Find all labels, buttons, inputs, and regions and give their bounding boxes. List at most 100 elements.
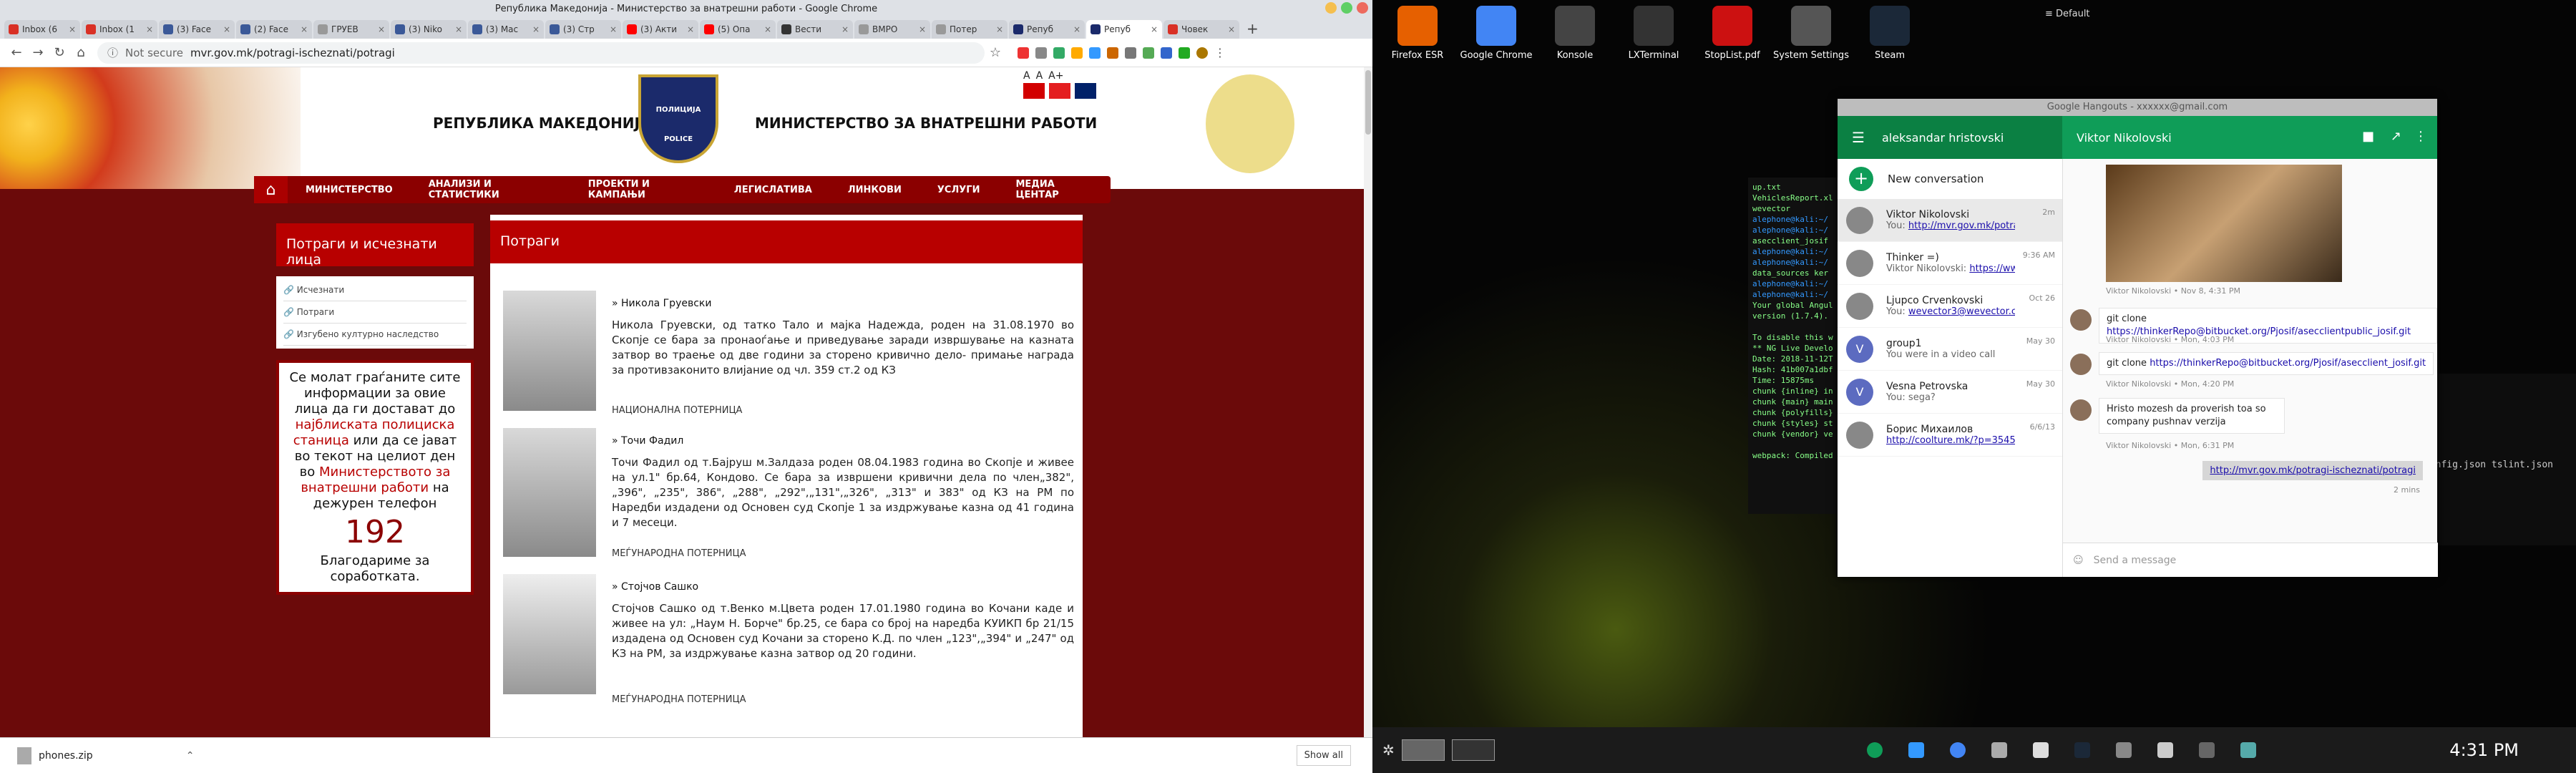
tab-close-icon[interactable]: × <box>146 24 153 34</box>
shared-photo[interactable] <box>2106 165 2342 282</box>
tab-close-icon[interactable]: × <box>1228 24 1235 34</box>
browser-tab[interactable]: Репуб × <box>1086 20 1162 39</box>
show-all-button[interactable]: Show all <box>1296 745 1351 766</box>
tab-close-icon[interactable]: × <box>1073 24 1080 34</box>
minimize-button[interactable] <box>1325 2 1337 14</box>
tab-close-icon[interactable]: × <box>455 24 462 34</box>
browser-tab[interactable]: (3) Акти × <box>623 20 698 39</box>
tab-close-icon[interactable]: × <box>301 24 308 34</box>
browser-tab[interactable]: Потер × <box>932 20 1008 39</box>
sidebar-link-wanted[interactable]: 🔗 Потраги <box>283 301 467 324</box>
browser-tab[interactable]: Inbox (1 × <box>82 20 157 39</box>
albanian-flag-icon[interactable] <box>1049 83 1070 99</box>
my-message-link[interactable]: http://mvr.gov.mk/potragi-ischeznati/pot… <box>2202 461 2423 480</box>
new-conversation-button[interactable]: + New conversation <box>1838 159 2062 199</box>
snippet-link[interactable]: wevector3@wevector.com <box>1908 306 2015 317</box>
tab-close-icon[interactable]: × <box>996 24 1003 34</box>
browser-tab[interactable]: Човек × <box>1163 20 1239 39</box>
emoji-icon[interactable]: ☺ <box>2073 555 2084 566</box>
tab-close-icon[interactable]: × <box>610 24 617 34</box>
terminal-window-2[interactable]: config.json tslint.json <box>2417 374 2576 545</box>
extension-icon[interactable] <box>1107 47 1118 59</box>
menu-item-services[interactable]: УСЛУГИ <box>919 185 998 195</box>
snippet-link[interactable]: http://coolture.mk/?p=35453 <box>1886 435 2015 446</box>
conversation-item[interactable]: Борис Михаилов http://coolture.mk/?p=3545… <box>1838 414 2062 457</box>
snippet-link[interactable]: https://www.mc <box>1969 263 2015 274</box>
person-name[interactable]: » Стојчов Сашко <box>612 581 698 593</box>
browser-tab[interactable]: Вести × <box>777 20 853 39</box>
sidebar-link-missing[interactable]: 🔗 Исчезнати <box>283 279 467 301</box>
extension-icon[interactable] <box>1179 47 1190 59</box>
clock[interactable]: 4:31 PM <box>2449 740 2519 760</box>
macedonian-flag-icon[interactable] <box>1023 83 1045 99</box>
conversation-item[interactable]: Ljupco Crvenkovski You: wevector3@wevecto… <box>1838 285 2062 328</box>
tab-close-icon[interactable]: × <box>919 24 926 34</box>
browser-tab[interactable]: (3) Mac × <box>468 20 544 39</box>
close-button[interactable] <box>1357 2 1368 14</box>
chevron-up-icon[interactable]: ⌃ <box>186 750 195 762</box>
desktop-icon[interactable]: LXTerminal <box>1614 6 1693 61</box>
english-flag-icon[interactable] <box>1075 83 1096 99</box>
chrome-task-icon[interactable] <box>1949 742 1966 758</box>
volume-icon[interactable] <box>1991 742 2007 758</box>
tab-close-icon[interactable]: × <box>687 24 694 34</box>
browser-tab[interactable]: (3) Стр × <box>545 20 621 39</box>
browser-tab[interactable]: (2) Face × <box>236 20 312 39</box>
new-tab-button[interactable]: + <box>1241 20 1264 39</box>
extension-icon[interactable] <box>1161 47 1172 59</box>
menu-item-projects[interactable]: ПРОЕКТИ И КАМПАЊИ <box>570 179 716 200</box>
person-name[interactable]: » Точи Фадил <box>612 435 683 447</box>
font-size-large[interactable]: A+ <box>1048 70 1063 82</box>
popout-icon[interactable]: ↗ <box>2391 129 2401 144</box>
page-scrollbar[interactable] <box>1364 67 1372 737</box>
extension-icon[interactable] <box>1018 47 1029 59</box>
tab-close-icon[interactable]: × <box>378 24 385 34</box>
browser-tab[interactable]: ВМРО × <box>854 20 930 39</box>
pager-desktop-2[interactable] <box>1451 739 1495 761</box>
steam-tray-icon[interactable] <box>2074 742 2090 758</box>
tab-close-icon[interactable]: × <box>841 24 849 34</box>
font-size-small[interactable]: A <box>1023 70 1030 82</box>
bookmark-star-icon[interactable]: ☆ <box>985 45 1006 60</box>
conversation-item[interactable]: V Vesna Petrovska You: sega? May 30 <box>1838 371 2062 414</box>
font-size-normal[interactable]: A <box>1036 70 1043 82</box>
desktop-icon[interactable]: Firefox ESR <box>1378 6 1457 61</box>
sidebar-link-heritage[interactable]: 🔗 Изгубено културно наследство <box>283 324 467 346</box>
info-icon[interactable]: ⓘ <box>107 45 118 60</box>
sidebar-link-label[interactable]: Исчезнати <box>297 285 344 295</box>
audio-icon[interactable] <box>2157 742 2173 758</box>
menu-item-legislation[interactable]: ЛЕГИСЛАТИВА <box>716 185 830 195</box>
browser-tab[interactable]: Inbox (6 × <box>4 20 80 39</box>
extension-icon[interactable] <box>1053 47 1065 59</box>
tab-close-icon[interactable]: × <box>532 24 540 34</box>
conversation-item[interactable]: Vgroup1 You were in a video call May 30 <box>1838 328 2062 371</box>
extension-icon[interactable] <box>1125 47 1136 59</box>
message-input[interactable]: ☺ Send a message <box>2063 543 2438 577</box>
tab-close-icon[interactable]: × <box>223 24 230 34</box>
menu-item-media[interactable]: МЕДИА ЦЕНТАР <box>997 179 1111 200</box>
profile-avatar[interactable] <box>1196 47 1208 59</box>
menu-icon[interactable]: ☰ <box>1852 129 1865 146</box>
extension-icon[interactable] <box>1089 47 1101 59</box>
browser-tab[interactable]: (3) Niko × <box>391 20 467 39</box>
url-text[interactable]: mvr.gov.mk/potragi-ischeznati/potragi <box>190 47 395 59</box>
snippet-link[interactable]: http://mvr.gov.mk/potragi-isc <box>1908 220 2015 231</box>
desktop-icon[interactable]: Steam <box>1850 6 1929 61</box>
address-bar[interactable]: ⓘ Not secure mvr.gov.mk/potragi-ischezna… <box>97 42 985 64</box>
desktop-icon[interactable]: Konsole <box>1536 6 1614 61</box>
video-call-icon[interactable]: ■ <box>2362 129 2374 144</box>
desktop-icon[interactable]: Google Chrome <box>1457 6 1536 61</box>
maximize-button[interactable] <box>1341 2 1352 14</box>
sidebar-link-label[interactable]: Потраги <box>297 307 334 317</box>
more-options-icon[interactable]: ⋮ <box>2414 129 2427 144</box>
terminal-window[interactable]: up.txt VehiclesReport.xl wevector alephone@… <box>1748 178 1848 514</box>
menu-icon[interactable]: ⋮ <box>1214 47 1226 59</box>
app-launcher-icon[interactable]: ✲ <box>1382 742 1395 759</box>
home-icon[interactable]: ⌂ <box>254 176 288 203</box>
tab-close-icon[interactable]: × <box>69 24 76 34</box>
browser-tab[interactable]: ГРУЕВ × <box>313 20 389 39</box>
menu-item-links[interactable]: ЛИНКОВИ <box>830 185 919 195</box>
pager-desktop-1[interactable] <box>1401 739 1445 761</box>
tab-close-icon[interactable]: × <box>764 24 771 34</box>
person-name[interactable]: » Никола Груевски <box>612 298 711 309</box>
